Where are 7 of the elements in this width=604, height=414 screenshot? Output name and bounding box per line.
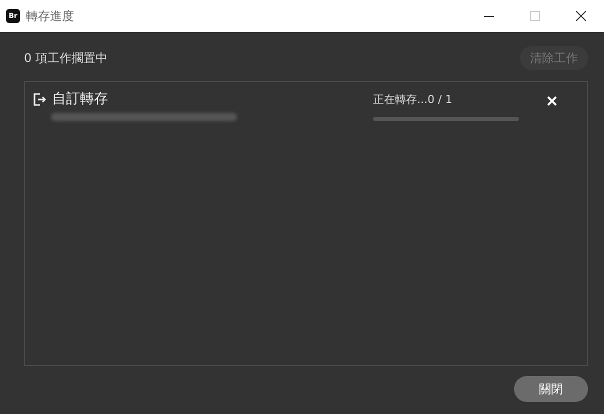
close-button[interactable]: 關閉 xyxy=(514,376,588,402)
job-name: 自訂轉存 xyxy=(52,90,108,108)
job-status: 正在轉存...0 / 1 xyxy=(373,92,454,107)
export-icon xyxy=(33,92,46,106)
window-title: 轉存進度 xyxy=(26,8,75,24)
close-icon[interactable] xyxy=(576,11,586,21)
queue-status: 0 項工作擱置中 xyxy=(24,50,108,66)
